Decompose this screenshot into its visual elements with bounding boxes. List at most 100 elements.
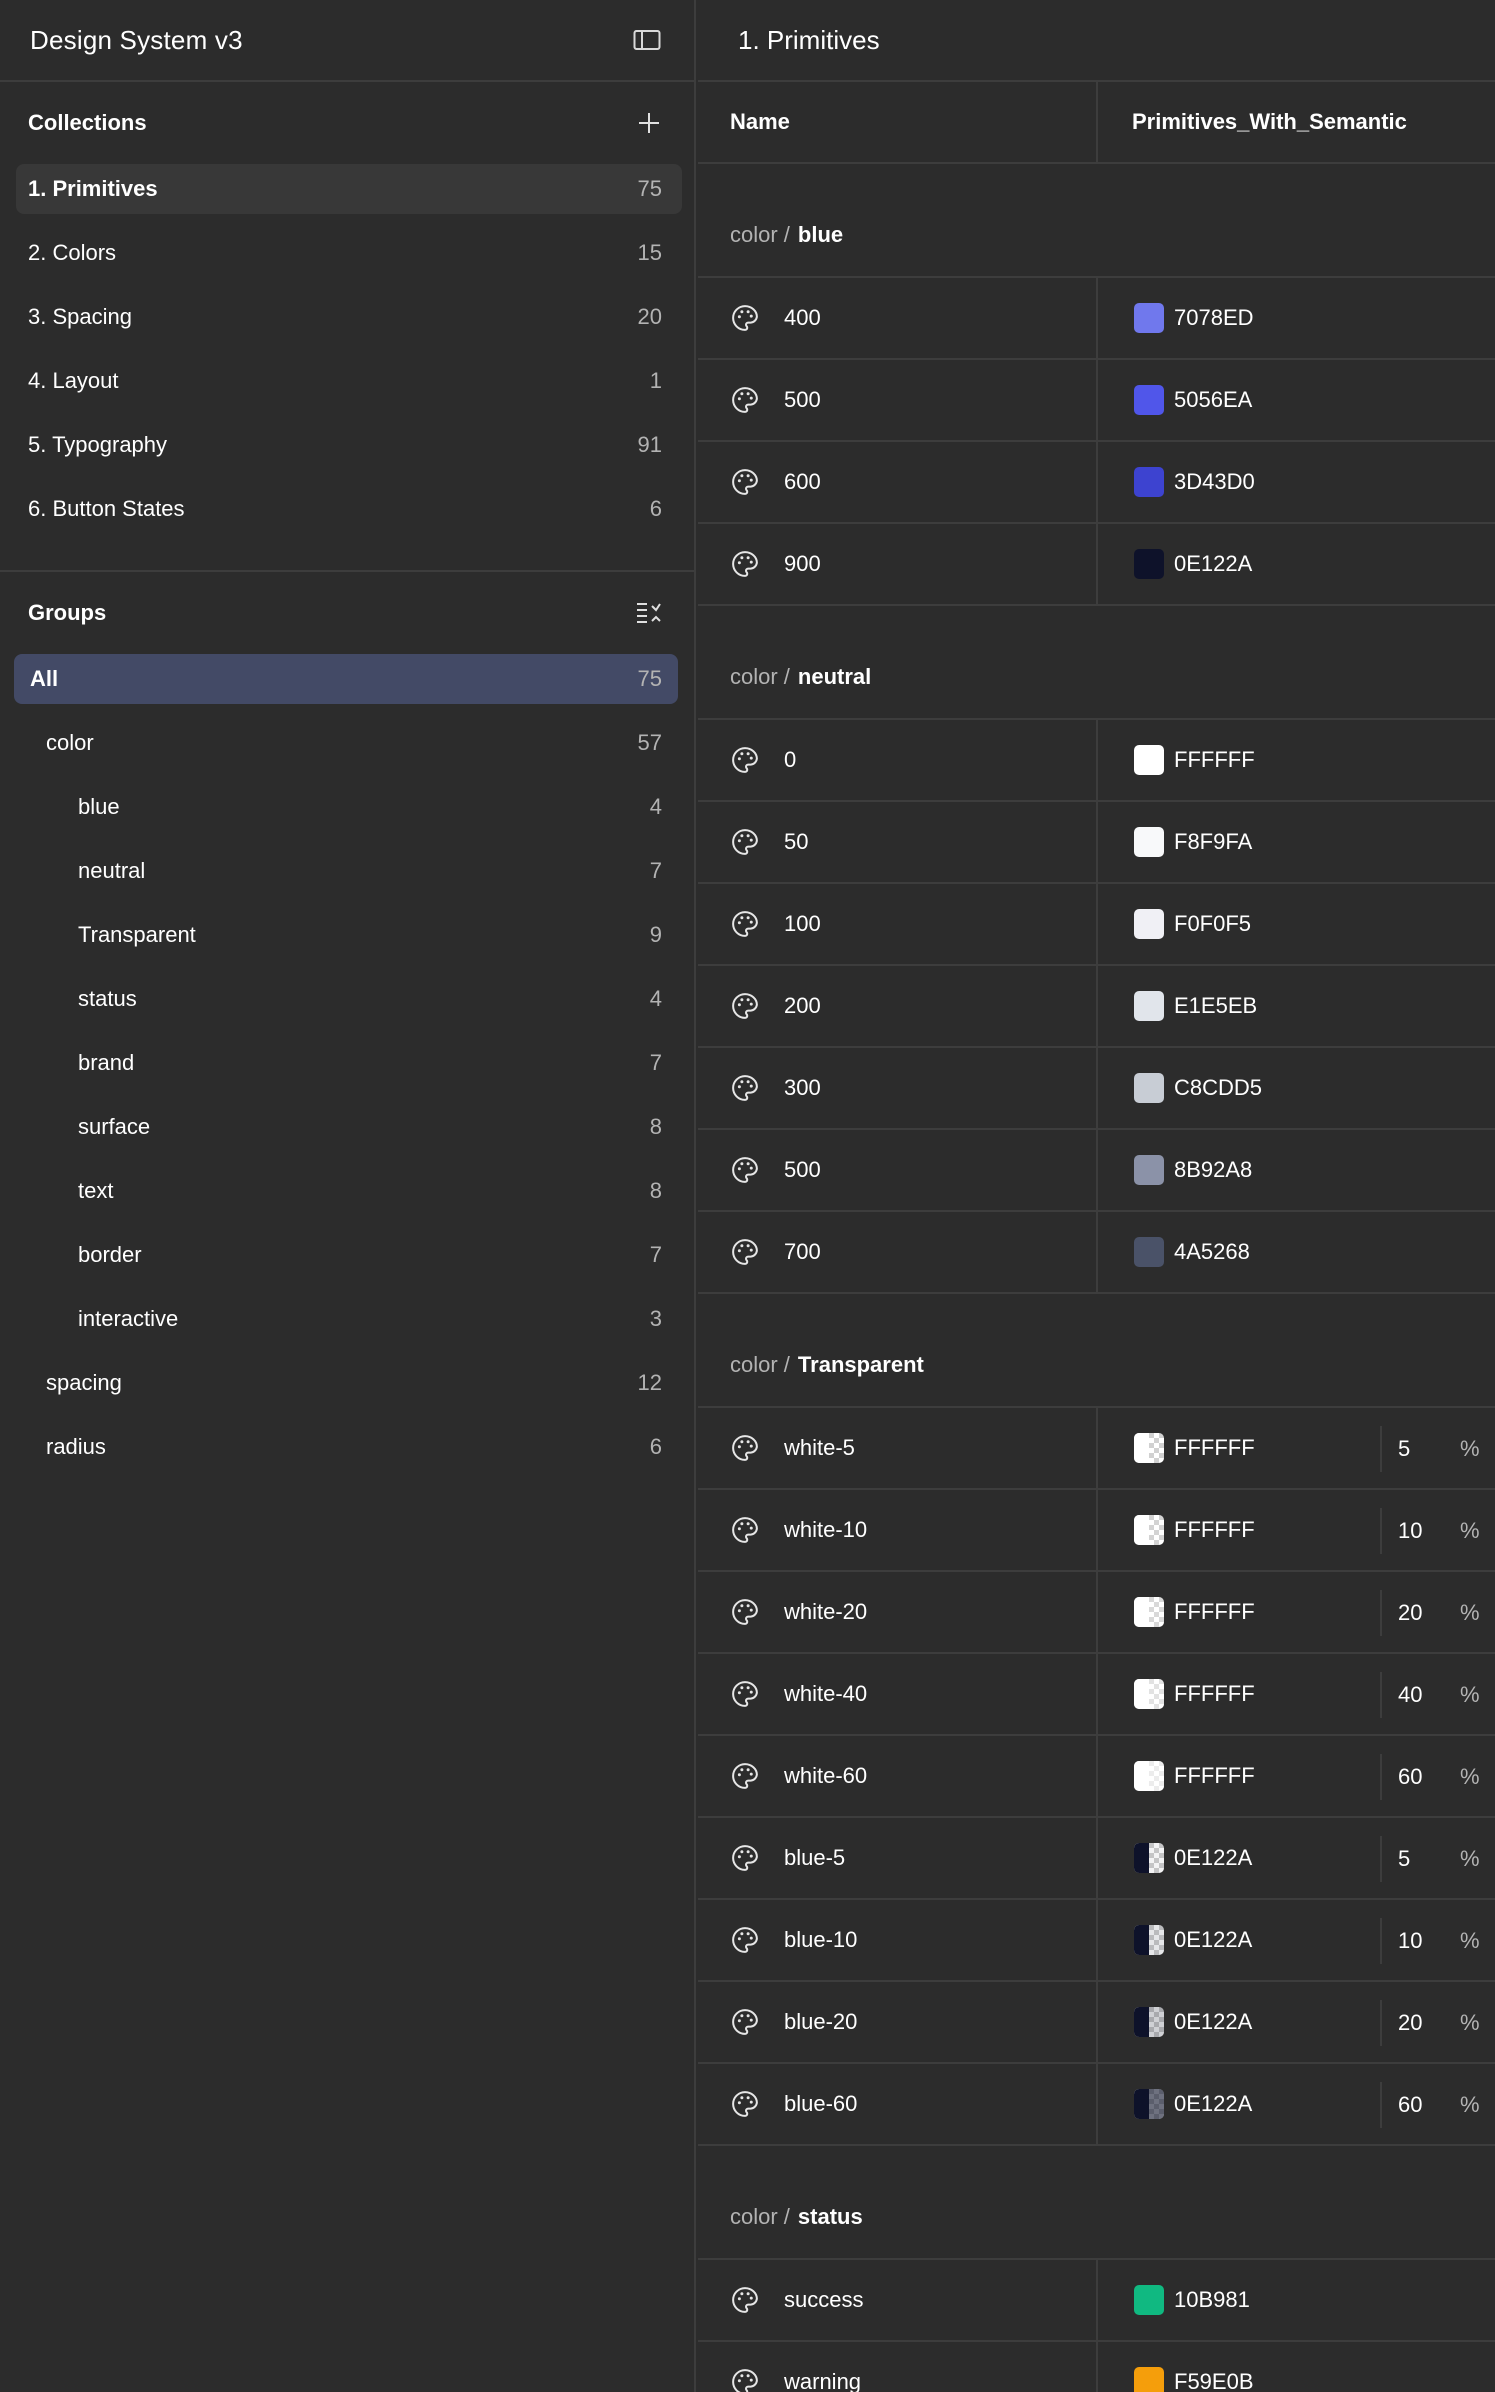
hex-value[interactable]: FFFFFF bbox=[1174, 1435, 1255, 1461]
group-item[interactable]: color 57 bbox=[14, 718, 678, 768]
opacity-value[interactable]: 5 bbox=[1398, 1846, 1448, 1872]
group-heading-row[interactable]: color / status bbox=[698, 2146, 1495, 2260]
variable-value-cell[interactable]: 0E122A bbox=[1098, 524, 1495, 604]
collection-item[interactable]: 2. Colors 15 bbox=[16, 228, 682, 278]
color-swatch[interactable] bbox=[1134, 1073, 1164, 1103]
color-swatch[interactable] bbox=[1134, 2089, 1164, 2119]
variable-name-cell[interactable]: blue-10 bbox=[698, 1900, 1098, 1980]
color-swatch[interactable] bbox=[1134, 1761, 1164, 1791]
color-swatch[interactable] bbox=[1134, 385, 1164, 415]
variable-value-cell[interactable]: 4A5268 bbox=[1098, 1212, 1495, 1292]
variable-name-cell[interactable]: 50 bbox=[698, 802, 1098, 882]
opacity-field[interactable]: 5% bbox=[1380, 1426, 1495, 1472]
variable-name-cell[interactable]: 600 bbox=[698, 442, 1098, 522]
variable-value-cell[interactable]: 0E122A 5% bbox=[1098, 1818, 1495, 1898]
variable-row[interactable]: white-10 FFFFFF 10% bbox=[698, 1490, 1495, 1572]
variable-value-cell[interactable]: FFFFFF 20% bbox=[1098, 1572, 1495, 1652]
opacity-value[interactable]: 10 bbox=[1398, 1518, 1448, 1544]
opacity-field[interactable]: 40% bbox=[1380, 1672, 1495, 1718]
variable-name-cell[interactable]: warning bbox=[698, 2342, 1098, 2392]
hex-value[interactable]: E1E5EB bbox=[1174, 993, 1257, 1019]
group-item[interactable]: spacing 12 bbox=[14, 1358, 678, 1408]
group-heading-row[interactable]: color / blue bbox=[698, 164, 1495, 278]
group-item[interactable]: status 4 bbox=[14, 974, 678, 1024]
opacity-value[interactable]: 20 bbox=[1398, 1600, 1448, 1626]
variable-row[interactable]: 200 E1E5EB bbox=[698, 966, 1495, 1048]
variable-value-cell[interactable]: 0E122A 20% bbox=[1098, 1982, 1495, 2062]
color-swatch[interactable] bbox=[1134, 1237, 1164, 1267]
variable-row[interactable]: blue-60 0E122A 60% bbox=[698, 2064, 1495, 2146]
variable-value-cell[interactable]: FFFFFF 10% bbox=[1098, 1490, 1495, 1570]
variable-value-cell[interactable]: F0F0F5 bbox=[1098, 884, 1495, 964]
variable-value-cell[interactable]: 3D43D0 bbox=[1098, 442, 1495, 522]
variable-name-cell[interactable]: white-10 bbox=[698, 1490, 1098, 1570]
hex-value[interactable]: 0E122A bbox=[1174, 1927, 1252, 1953]
hex-value[interactable]: FFFFFF bbox=[1174, 747, 1255, 773]
group-item[interactable]: radius 6 bbox=[14, 1422, 678, 1472]
variable-name-cell[interactable]: blue-60 bbox=[698, 2064, 1098, 2144]
group-heading-row[interactable]: color / Transparent bbox=[698, 1294, 1495, 1408]
variable-row[interactable]: white-20 FFFFFF 20% bbox=[698, 1572, 1495, 1654]
hex-value[interactable]: 5056EA bbox=[1174, 387, 1252, 413]
opacity-field[interactable]: 60% bbox=[1380, 1754, 1495, 1800]
variable-row[interactable]: 50 F8F9FA bbox=[698, 802, 1495, 884]
group-item[interactable]: brand 7 bbox=[14, 1038, 678, 1088]
variable-row[interactable]: blue-5 0E122A 5% bbox=[698, 1818, 1495, 1900]
color-swatch[interactable] bbox=[1134, 1433, 1164, 1463]
variable-value-cell[interactable]: C8CDD5 bbox=[1098, 1048, 1495, 1128]
variable-value-cell[interactable]: 7078ED bbox=[1098, 278, 1495, 358]
color-swatch[interactable] bbox=[1134, 1155, 1164, 1185]
group-item[interactable]: surface 8 bbox=[14, 1102, 678, 1152]
variable-name-cell[interactable]: 0 bbox=[698, 720, 1098, 800]
variable-name-cell[interactable]: white-60 bbox=[698, 1736, 1098, 1816]
group-item[interactable]: All 75 bbox=[14, 654, 678, 704]
hex-value[interactable]: F0F0F5 bbox=[1174, 911, 1251, 937]
variable-name-cell[interactable]: white-40 bbox=[698, 1654, 1098, 1734]
collection-item[interactable]: 4. Layout 1 bbox=[16, 356, 682, 406]
variable-row[interactable]: 0 FFFFFF bbox=[698, 720, 1495, 802]
variable-row[interactable]: warning F59E0B bbox=[698, 2342, 1495, 2392]
collection-item[interactable]: 3. Spacing 20 bbox=[16, 292, 682, 342]
group-item[interactable]: interactive 3 bbox=[14, 1294, 678, 1344]
variable-value-cell[interactable]: F59E0B bbox=[1098, 2342, 1495, 2392]
hex-value[interactable]: FFFFFF bbox=[1174, 1763, 1255, 1789]
color-swatch[interactable] bbox=[1134, 303, 1164, 333]
color-swatch[interactable] bbox=[1134, 2285, 1164, 2315]
hex-value[interactable]: F59E0B bbox=[1174, 2369, 1254, 2392]
collection-item[interactable]: 1. Primitives 75 bbox=[16, 164, 682, 214]
hex-value[interactable]: 0E122A bbox=[1174, 551, 1252, 577]
column-header-name[interactable]: Name bbox=[698, 82, 1098, 162]
opacity-value[interactable]: 5 bbox=[1398, 1436, 1448, 1462]
variable-row[interactable]: white-60 FFFFFF 60% bbox=[698, 1736, 1495, 1818]
toggle-sidebar-button[interactable] bbox=[632, 25, 662, 55]
hex-value[interactable]: 7078ED bbox=[1174, 305, 1254, 331]
group-item[interactable]: border 7 bbox=[14, 1230, 678, 1280]
variable-row[interactable]: 900 0E122A bbox=[698, 524, 1495, 606]
color-swatch[interactable] bbox=[1134, 991, 1164, 1021]
color-swatch[interactable] bbox=[1134, 1843, 1164, 1873]
variable-row[interactable]: 400 7078ED bbox=[698, 278, 1495, 360]
variable-row[interactable]: blue-10 0E122A 10% bbox=[698, 1900, 1495, 1982]
hex-value[interactable]: FFFFFF bbox=[1174, 1681, 1255, 1707]
color-swatch[interactable] bbox=[1134, 1597, 1164, 1627]
opacity-value[interactable]: 10 bbox=[1398, 1928, 1448, 1954]
variable-name-cell[interactable]: 300 bbox=[698, 1048, 1098, 1128]
opacity-field[interactable]: 5% bbox=[1380, 1836, 1495, 1882]
color-swatch[interactable] bbox=[1134, 909, 1164, 939]
variable-value-cell[interactable]: F8F9FA bbox=[1098, 802, 1495, 882]
color-swatch[interactable] bbox=[1134, 1515, 1164, 1545]
group-item[interactable]: blue 4 bbox=[14, 782, 678, 832]
color-swatch[interactable] bbox=[1134, 2367, 1164, 2392]
variable-row[interactable]: white-5 FFFFFF 5% bbox=[698, 1408, 1495, 1490]
column-header-mode[interactable]: Primitives_With_Semantic bbox=[1098, 82, 1495, 162]
variable-value-cell[interactable]: 8B92A8 bbox=[1098, 1130, 1495, 1210]
variable-name-cell[interactable]: 500 bbox=[698, 360, 1098, 440]
opacity-value[interactable]: 60 bbox=[1398, 2092, 1448, 2118]
variable-value-cell[interactable]: E1E5EB bbox=[1098, 966, 1495, 1046]
variable-value-cell[interactable]: FFFFFF 40% bbox=[1098, 1654, 1495, 1734]
variable-name-cell[interactable]: white-20 bbox=[698, 1572, 1098, 1652]
color-swatch[interactable] bbox=[1134, 467, 1164, 497]
variable-value-cell[interactable]: 0E122A 60% bbox=[1098, 2064, 1495, 2144]
variable-name-cell[interactable]: 700 bbox=[698, 1212, 1098, 1292]
variable-name-cell[interactable]: white-5 bbox=[698, 1408, 1098, 1488]
